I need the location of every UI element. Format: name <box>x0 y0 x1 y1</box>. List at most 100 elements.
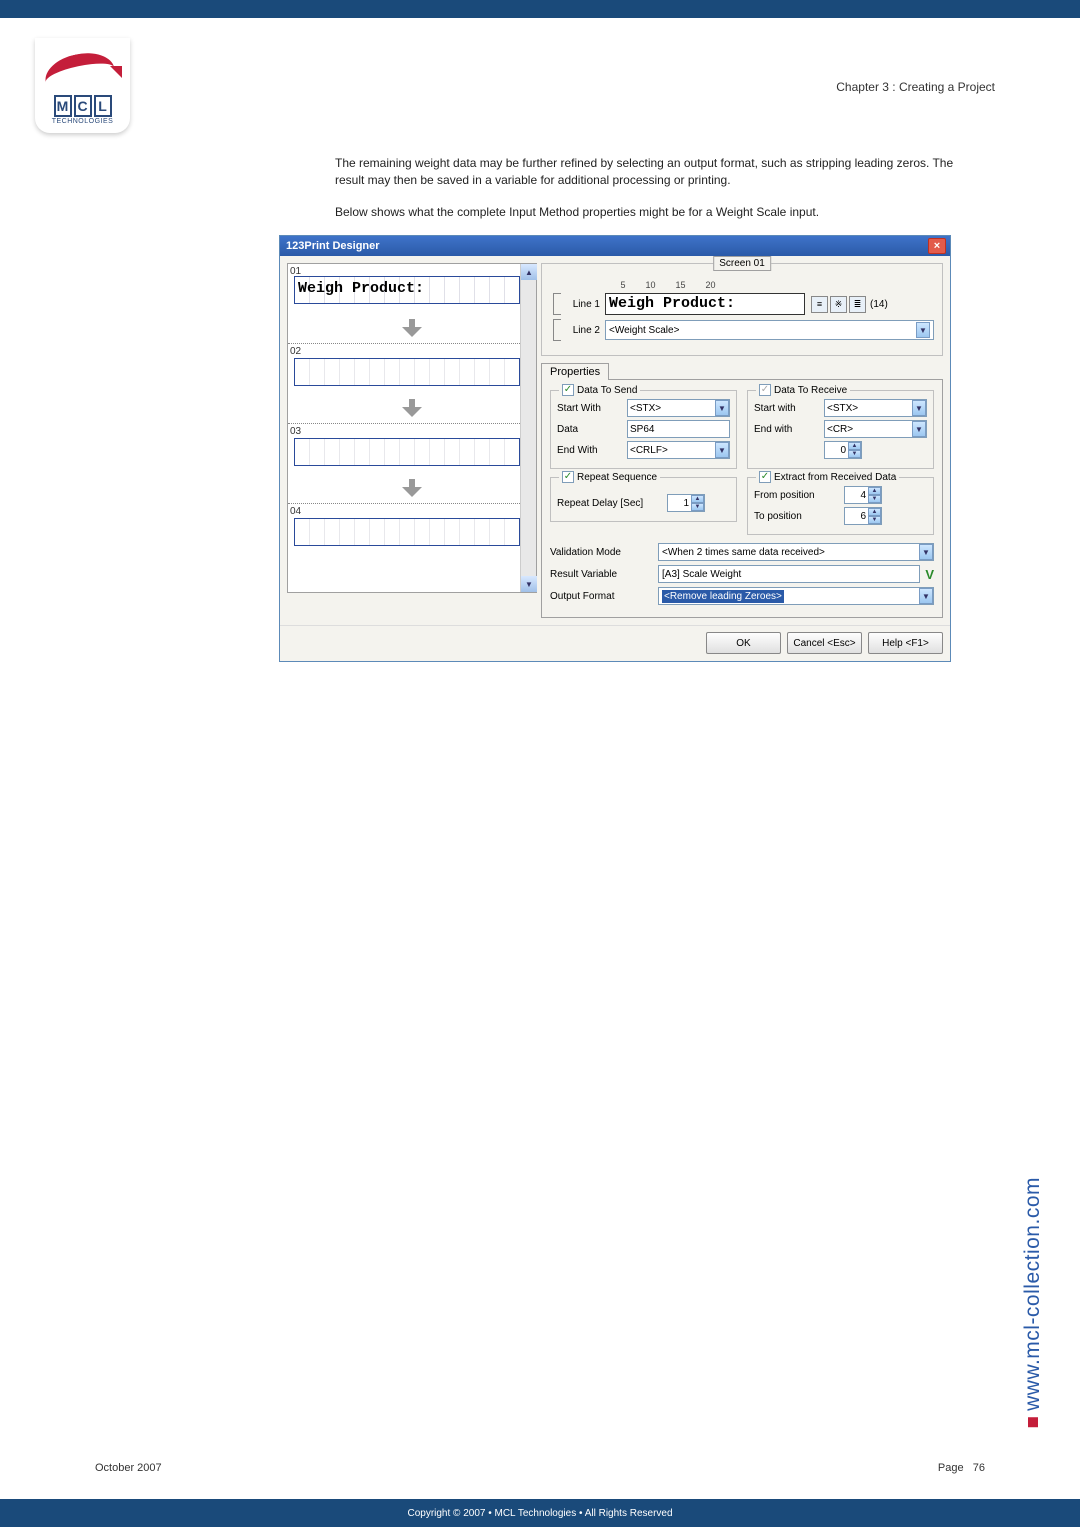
line-1-icons: ≡ ※ ≣ <box>811 296 866 313</box>
repeat-delay-spinner[interactable]: 1 ▲▼ <box>667 494 705 512</box>
slot-text-box <box>294 518 520 546</box>
close-icon[interactable]: × <box>928 238 946 254</box>
dialog-title: 123Print Designer <box>286 240 380 252</box>
help-button[interactable]: Help <F1> <box>868 632 943 654</box>
chevron-down-icon[interactable]: ▼ <box>715 400 729 416</box>
slot-text-box <box>294 358 520 386</box>
line-2-label: Line 2 <box>563 325 605 336</box>
recv-end-combo[interactable]: <CR>▼ <box>824 420 927 438</box>
screen-fieldset: Screen 01 5 10 15 20 Line 1 Weigh Produc… <box>541 263 943 356</box>
receive-checkbox[interactable]: ✓ <box>759 384 771 396</box>
repeat-extract-row: ✓ Repeat Sequence Repeat Delay [Sec] 1 ▲… <box>550 477 934 543</box>
scroll-down-icon[interactable]: ▼ <box>521 576 537 592</box>
repeat-legend-label: Repeat Sequence <box>577 472 657 483</box>
main-content: The remaining weight data may be further… <box>335 155 965 662</box>
side-url: www.mcl-collection.com <box>1021 1177 1045 1427</box>
footer-date: October 2007 <box>95 1462 162 1474</box>
cancel-button[interactable]: Cancel <Esc> <box>787 632 862 654</box>
line-2-combo[interactable]: <Weight Scale> ▼ <box>605 320 934 340</box>
slot-number: 02 <box>290 346 301 357</box>
validation-mode-combo[interactable]: <When 2 times same data received> ▼ <box>658 543 934 561</box>
page-footer-row: October 2007 Page 76 <box>95 1462 985 1474</box>
spinner-down-icon[interactable]: ▼ <box>868 516 881 524</box>
from-pos-spinner[interactable]: 4 ▲▼ <box>844 486 882 504</box>
recv-end-label: End with <box>754 424 824 435</box>
to-pos-spinner[interactable]: 6 ▲▼ <box>844 507 882 525</box>
extract-legend: ✓ Extract from Received Data <box>756 471 899 483</box>
send-end-combo[interactable]: <CRLF>▼ <box>627 441 730 459</box>
spinner-down-icon[interactable]: ▼ <box>868 495 881 503</box>
align-icon[interactable]: ≡ <box>811 296 828 313</box>
chevron-down-icon[interactable]: ▼ <box>919 588 933 604</box>
receive-legend-label: Data To Receive <box>774 385 847 396</box>
spinner-up-icon[interactable]: ▲ <box>868 508 881 516</box>
bracket-icon <box>553 293 561 315</box>
right-panel: Screen 01 5 10 15 20 Line 1 Weigh Produc… <box>541 263 943 618</box>
chevron-down-icon[interactable]: ▼ <box>916 322 930 338</box>
repeat-delay-label: Repeat Delay [Sec] <box>557 498 667 509</box>
send-start-combo[interactable]: <STX>▼ <box>627 399 730 417</box>
result-variable-combo[interactable]: [A3] Scale Weight <box>658 565 920 583</box>
dialog-titlebar[interactable]: 123Print Designer × <box>280 236 950 256</box>
chevron-down-icon[interactable]: ▼ <box>919 544 933 560</box>
ok-button[interactable]: OK <box>706 632 781 654</box>
recv-spinner[interactable]: 0 ▲▼ <box>824 441 862 459</box>
tab-header: Properties <box>541 362 943 379</box>
start-with-label: Start With <box>557 403 627 414</box>
line-1-end: (14) <box>870 299 888 310</box>
chevron-down-icon[interactable]: ▼ <box>912 400 926 416</box>
extract-checkbox[interactable]: ✓ <box>759 471 771 483</box>
chapter-header: Chapter 3 : Creating a Project <box>836 80 995 94</box>
recv-start-combo[interactable]: <STX>▼ <box>824 399 927 417</box>
paragraph-2: Below shows what the complete Input Meth… <box>335 204 965 221</box>
line-1-input[interactable]: Weigh Product: <box>605 293 805 315</box>
data-label: Data <box>557 424 627 435</box>
preview-slot-1[interactable]: 01 Weigh Product: <box>288 264 536 344</box>
line-1-row: Line 1 Weigh Product: ≡ ※ ≣ (14) <box>550 293 934 315</box>
tab-properties[interactable]: Properties <box>541 363 609 380</box>
send-data-input[interactable]: SP64 <box>627 420 730 438</box>
scrollbar[interactable]: ▲ ▼ <box>520 264 536 592</box>
logo-letter-l: L <box>94 95 112 117</box>
output-format-combo[interactable]: <Remove leading Zeroes> ▼ <box>658 587 934 605</box>
chevron-down-icon <box>402 407 422 417</box>
spinner-down-icon[interactable]: ▼ <box>691 503 704 511</box>
data-to-send-fieldset: ✓ Data To Send Start With <STX>▼ Data SP… <box>550 390 737 469</box>
chevron-down-icon[interactable]: ▼ <box>912 421 926 437</box>
paragraph-1: The remaining weight data may be further… <box>335 155 965 190</box>
spinner-up-icon[interactable]: ▲ <box>868 487 881 495</box>
extract-legend-label: Extract from Received Data <box>774 472 896 483</box>
end-with-label: End With <box>557 445 627 456</box>
copyright-bar: Copyright © 2007 • MCL Technologies • Al… <box>0 1499 1080 1527</box>
font-icon[interactable]: ※ <box>830 296 847 313</box>
dot-icon <box>1028 1417 1038 1427</box>
send-legend: ✓ Data To Send <box>559 384 640 396</box>
result-variable-label: Result Variable <box>550 569 658 580</box>
chevron-down-icon[interactable]: ▼ <box>715 442 729 458</box>
data-to-receive-fieldset: ✓ Data To Receive Start with <STX>▼ End … <box>747 390 934 469</box>
preview-slot-2[interactable]: 02 <box>288 344 536 424</box>
send-checkbox[interactable]: ✓ <box>562 384 574 396</box>
dialog-footer: OK Cancel <Esc> Help <F1> <box>280 625 950 661</box>
dialog-body: 01 Weigh Product: 02 03 04 <box>280 256 950 625</box>
chevron-down-icon <box>402 327 422 337</box>
size-icon[interactable]: ≣ <box>849 296 866 313</box>
slot-text-box <box>294 438 520 466</box>
preview-slot-4[interactable]: 04 <box>288 504 536 584</box>
repeat-checkbox[interactable]: ✓ <box>562 471 574 483</box>
validation-mode-row: Validation Mode <When 2 times same data … <box>550 543 934 561</box>
line-2-value: <Weight Scale> <box>609 325 679 336</box>
slot-number: 04 <box>290 506 301 517</box>
validation-mode-label: Validation Mode <box>550 547 658 558</box>
spinner-up-icon[interactable]: ▲ <box>848 442 861 450</box>
send-legend-label: Data To Send <box>577 385 637 396</box>
recv-start-label: Start with <box>754 403 824 414</box>
line-2-row: Line 2 <Weight Scale> ▼ <box>550 319 934 341</box>
scroll-up-icon[interactable]: ▲ <box>521 264 537 280</box>
preview-slot-3[interactable]: 03 <box>288 424 536 504</box>
result-variable-row: Result Variable [A3] Scale Weight V <box>550 565 934 583</box>
logo-subtitle: TECHNOLOGIES <box>52 118 114 125</box>
spinner-down-icon[interactable]: ▼ <box>848 450 861 458</box>
spinner-up-icon[interactable]: ▲ <box>691 495 704 503</box>
repeat-sequence-fieldset: ✓ Repeat Sequence Repeat Delay [Sec] 1 ▲… <box>550 477 737 522</box>
